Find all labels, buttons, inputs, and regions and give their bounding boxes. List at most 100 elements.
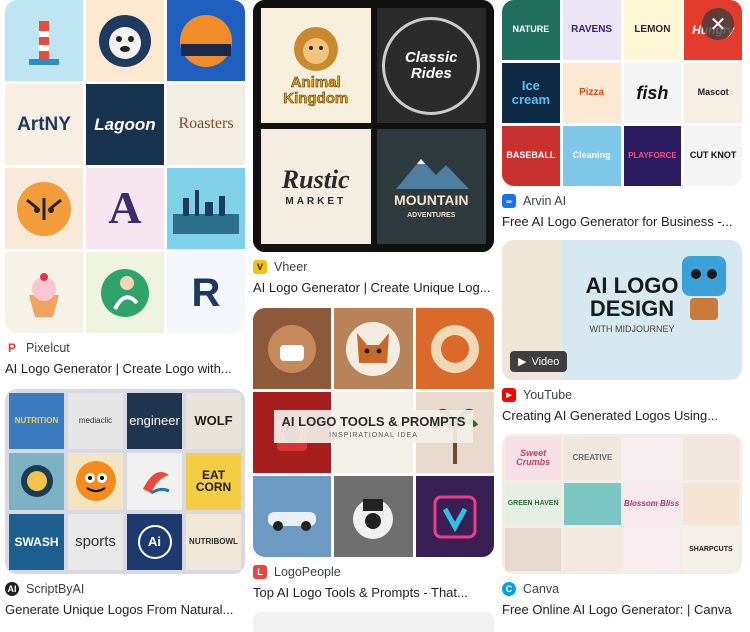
badge-ring: Classic Rides (382, 16, 481, 115)
logo-tile (564, 482, 621, 526)
logo-tile-text: ArtNY (5, 84, 83, 165)
result-title[interactable]: AI Logo Generator | Create Logo with... (5, 360, 245, 377)
logo-tile (253, 476, 332, 557)
subheadline: INSPIRATIONAL IDEA (329, 431, 418, 439)
logo-tile (623, 437, 680, 480)
logo-tile (5, 0, 83, 81)
pixelcut-favicon-icon: P (5, 341, 19, 355)
logo-tile-text: LEMON (623, 0, 682, 60)
logo-text: Animal Kingdom (283, 73, 349, 107)
logo-text: ADVENTURES (407, 212, 456, 220)
logo-tile: Classic Rides (376, 8, 486, 123)
logo-tile-text: Blossom Bliss (623, 482, 680, 526)
logo-tile (682, 482, 739, 526)
result-title[interactable]: Top AI Logo Tools & Prompts - That... (253, 584, 494, 601)
source-name: Vheer (274, 260, 308, 274)
logo-tile-text: SHARPCUTS (682, 528, 739, 571)
canva-favicon-icon: C (502, 582, 516, 596)
result-thumbnail[interactable]: AI LOGO TOOLS & PROMPTS INSPIRATIONAL ID… (253, 308, 494, 557)
logo-tile: Animal Kingdom (261, 8, 371, 123)
result-title[interactable]: Generate Unique Logos From Natural... (5, 601, 245, 618)
logo-text: Classic Rides (404, 48, 458, 82)
result-source[interactable]: ▶ YouTube (502, 386, 742, 404)
logo-tile (9, 453, 64, 510)
result-card-pixelcut[interactable]: ArtNY Lagoon Roasters A R P Pixelcut AI … (5, 0, 245, 377)
logo-tile-text: Sweet Crumbs (505, 437, 562, 480)
headline: AI LOGO DESIGN (585, 273, 679, 322)
youtube-favicon-icon: ▶ (502, 388, 516, 402)
source-name: Canva (523, 582, 560, 596)
result-title[interactable]: AI Logo Generator | Create Unique Log... (253, 279, 494, 296)
result-thumbnail[interactable]: NUTRITION mediaclic engineer WOLF EAT CO… (5, 389, 245, 574)
result-thumbnail[interactable]: ArtNY Lagoon Roasters A R (5, 0, 245, 333)
result-card-vheer[interactable]: Animal Kingdom Classic Rides Rustic MARK… (253, 0, 494, 296)
result-card-arvin-ai[interactable]: NATURE RAVENS LEMON Hungry Ice cream Piz… (502, 0, 742, 230)
result-source[interactable]: ∞ Arvin AI (502, 192, 742, 210)
logo-tile: Rustic MARKET (261, 129, 371, 244)
result-thumbnail[interactable]: Sweet Crumbs CREATIVE GREEN HAVEN Blosso… (502, 434, 742, 574)
result-source[interactable]: V Vheer (253, 258, 494, 276)
result-thumbnail[interactable]: AI LOGO DESIGN WITH MIDJOURNEY ▶ Video (502, 240, 742, 380)
logo-tile-text: CREATIVE (564, 437, 621, 480)
logo-tile-text: NUTRIBOWL (186, 513, 241, 570)
headline: AI LOGO TOOLS & PROMPTS (281, 414, 466, 429)
logo-tile-text: A (86, 168, 164, 249)
logo-tile-text: EAT CORN (186, 453, 241, 510)
close-button[interactable]: ✕ (702, 8, 734, 40)
logo-tile (682, 437, 739, 480)
ai-circle: Ai (137, 524, 172, 559)
logo-tile-text: Pizza (562, 63, 621, 123)
result-source[interactable]: C Canva (502, 580, 742, 598)
result-title[interactable]: Free Online AI Logo Generator: | Canva (502, 601, 742, 618)
arvin-ai-favicon-icon: ∞ (502, 194, 516, 208)
logo-tile-text: Cleaning (562, 126, 621, 186)
logo-tile (505, 528, 562, 571)
source-name: LogoPeople (274, 565, 341, 579)
logo-text: Rustic (281, 164, 350, 194)
result-source[interactable]: AI ScriptByAI (5, 580, 245, 598)
result-thumbnail[interactable]: NATURE RAVENS LEMON Hungry Ice cream Piz… (502, 0, 742, 186)
logo-tile-text: mediaclic (68, 393, 123, 450)
logo-tile (564, 528, 621, 571)
logopeople-favicon-icon: L (253, 565, 267, 579)
result-title[interactable]: Free AI Logo Generator for Business -... (502, 213, 742, 230)
source-name: ScriptByAI (26, 582, 85, 596)
next-result-thumbnail[interactable] (253, 612, 494, 632)
logo-tile (167, 0, 245, 81)
play-icon: ▶ (518, 356, 527, 368)
logo-tile (5, 168, 83, 249)
result-source[interactable]: L LogoPeople (253, 563, 494, 581)
logo-tile-text: Mascot (684, 63, 742, 123)
logo-tile (415, 308, 494, 389)
video-badge: ▶ Video (510, 351, 568, 372)
logo-tile-text: PLAYFORCE (623, 126, 682, 186)
logo-tile (68, 453, 123, 510)
logo-tile (253, 308, 332, 389)
source-name: Arvin AI (523, 194, 567, 208)
result-source[interactable]: P Pixelcut (5, 339, 245, 357)
source-name: Pixelcut (26, 341, 70, 355)
logo-tile-text: CUT KNOT (684, 126, 742, 186)
result-thumbnail[interactable]: Animal Kingdom Classic Rides Rustic MARK… (253, 0, 494, 252)
source-name: YouTube (523, 388, 573, 402)
logo-tile (5, 252, 83, 333)
robot-mascot-icon (682, 256, 726, 320)
result-card-youtube[interactable]: AI LOGO DESIGN WITH MIDJOURNEY ▶ Video ▶… (502, 240, 742, 424)
subheadline: WITH MIDJOURNEY (589, 324, 675, 335)
logo-tile (415, 476, 494, 557)
logo-tile-text: GREEN HAVEN (505, 482, 562, 526)
result-card-scriptbyai[interactable]: NUTRITION mediaclic engineer WOLF EAT CO… (5, 389, 245, 618)
logo-text: MOUNTAIN (394, 192, 469, 209)
result-card-logopeople[interactable]: AI LOGO TOOLS & PROMPTS INSPIRATIONAL ID… (253, 308, 494, 601)
logo-tile-text: Ice cream (502, 63, 560, 123)
logo-tile-text: NUTRITION (9, 393, 64, 450)
logo-tile-text: WOLF (186, 393, 241, 450)
thumbnail-title: AI LOGO DESIGN WITH MIDJOURNEY (576, 274, 688, 334)
logo-tile-text: sports (68, 513, 123, 570)
logo-tile-text: R (167, 252, 245, 333)
logo-tile (334, 308, 413, 389)
logo-tile (167, 168, 245, 249)
result-title[interactable]: Creating AI Generated Logos Using... (502, 407, 742, 424)
result-card-canva[interactable]: Sweet Crumbs CREATIVE GREEN HAVEN Blosso… (502, 434, 742, 618)
logo-tile (86, 252, 164, 333)
